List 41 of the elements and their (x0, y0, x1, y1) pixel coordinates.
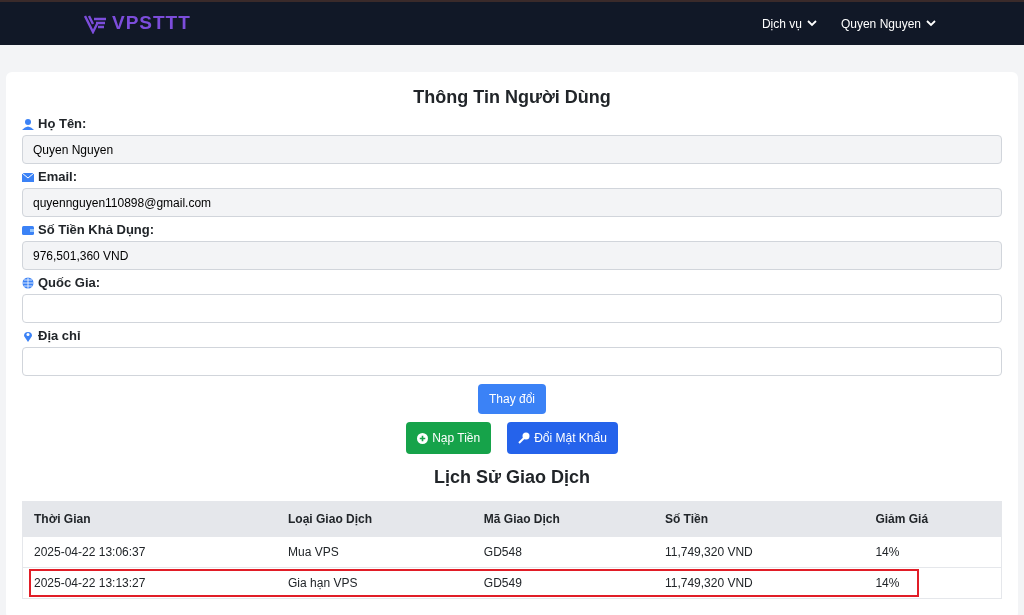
input-field[interactable]: 976,501,360 VND (22, 241, 1002, 270)
globe-icon (22, 277, 34, 289)
input-field[interactable]: quyennguyen110898@gmail.com (22, 188, 1002, 217)
plus-circle-icon (417, 432, 429, 444)
section-title: Thông Tin Người Dùng (412, 86, 612, 109)
chevron-down-icon (806, 20, 817, 27)
save-button[interactable]: Thay đổi (478, 384, 546, 414)
input-field[interactable] (22, 294, 1002, 323)
change-password-button[interactable]: Đổi Mật Khẩu (507, 422, 618, 454)
field-label: Địa chỉ (38, 328, 81, 344)
table-cell: Gia hạn VPS (277, 567, 473, 599)
field-label: Quốc Gia: (38, 275, 101, 291)
table-cell: GD548 (472, 536, 654, 568)
user-icon (22, 118, 34, 130)
nav-menu[interactable]: Dịch vụ (757, 10, 821, 37)
table-cell: 11,749,320 VND (653, 536, 865, 568)
table-cell: GD549 (472, 567, 654, 599)
table-cell: 2025-04-22 13:13:27 (22, 567, 278, 599)
column-header: Thời Gian (22, 501, 278, 537)
logo-icon (84, 13, 108, 34)
field-label: Email: (38, 169, 77, 185)
table-cell: 14% (864, 536, 1002, 568)
chevron-down-icon (926, 20, 936, 27)
field-label: Số Tiền Khả Dụng: (38, 222, 155, 238)
section-title: Lịch Sử Giao Dịch (432, 466, 592, 489)
table-cell: 11,749,320 VND (653, 567, 865, 599)
wallet-icon (22, 224, 34, 236)
column-header: Số Tiền (653, 501, 865, 537)
table-cell: Mua VPS (277, 536, 473, 568)
table-cell: 2025-04-22 13:06:37 (22, 536, 278, 568)
nav-menu[interactable]: Quyen Nguyen (836, 10, 940, 37)
table-cell: 14% (864, 567, 1002, 599)
map-pin-icon (22, 330, 34, 342)
input-field[interactable] (22, 347, 1002, 376)
input-field[interactable]: Quyen Nguyen (22, 135, 1002, 164)
envelope-icon (22, 171, 34, 183)
column-header: Mã Giao Dịch (472, 501, 654, 537)
column-header: Giảm Giá (864, 501, 1002, 537)
column-header: Loại Giao Dịch (277, 501, 473, 537)
key-icon (518, 432, 531, 444)
field-label: Họ Tên: (38, 116, 87, 132)
